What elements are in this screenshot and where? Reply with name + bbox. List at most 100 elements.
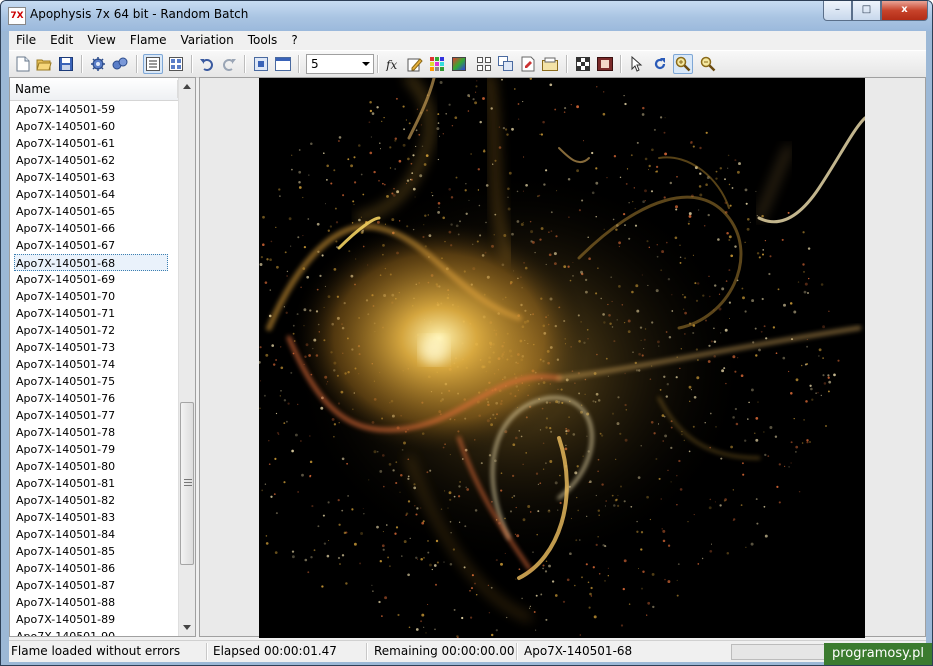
list-item[interactable]: Apo7X-140501-73 — [10, 339, 178, 356]
list-item[interactable]: Apo7X-140501-59 — [10, 101, 178, 118]
fractal-particle — [760, 330, 763, 333]
list-item[interactable]: Apo7X-140501-76 — [10, 390, 178, 407]
fractal-particle — [709, 498, 712, 501]
fractal-particle — [778, 463, 781, 466]
rotate-icon[interactable] — [650, 54, 670, 74]
fractal-particle — [828, 380, 832, 384]
fractal-particle — [298, 149, 301, 151]
render-all-icon[interactable] — [110, 54, 130, 74]
list-scrollbar[interactable] — [178, 78, 195, 636]
list-item[interactable]: Apo7X-140501-60 — [10, 118, 178, 135]
list-item[interactable]: Apo7X-140501-71 — [10, 305, 178, 322]
list-item[interactable]: Apo7X-140501-85 — [10, 543, 178, 560]
list-item[interactable]: Apo7X-140501-75 — [10, 373, 178, 390]
mutate-icon[interactable] — [474, 54, 494, 74]
list-item[interactable]: Apo7X-140501-67 — [10, 237, 178, 254]
list-item[interactable]: Apo7X-140501-82 — [10, 492, 178, 509]
list-item[interactable]: Apo7X-140501-61 — [10, 135, 178, 152]
list-item[interactable]: Apo7X-140501-84 — [10, 526, 178, 543]
select-icon[interactable] — [627, 54, 647, 74]
list-item[interactable]: Apo7X-140501-70 — [10, 288, 178, 305]
list-item[interactable]: Apo7X-140501-65 — [10, 203, 178, 220]
gradient-icon[interactable] — [449, 54, 469, 74]
menu-view[interactable]: View — [80, 31, 122, 50]
film-icon[interactable] — [595, 54, 615, 74]
transparency-icon[interactable] — [573, 54, 593, 74]
icon-view-icon[interactable] — [166, 54, 186, 74]
list-item[interactable]: Apo7X-140501-66 — [10, 220, 178, 237]
list-item[interactable]: Apo7X-140501-89 — [10, 611, 178, 628]
flame-list: Name Apo7X-140501-59 Apo7X-140501-60 Apo7X… — [9, 77, 196, 637]
fractal-particle — [425, 632, 427, 634]
zoom-out-icon[interactable] — [698, 54, 718, 74]
fractal-particle — [384, 596, 388, 600]
list-item[interactable]: Apo7X-140501-90 — [10, 628, 178, 636]
list-item[interactable]: Apo7X-140501-87 — [10, 577, 178, 594]
fractal-particle — [490, 633, 494, 637]
fractal-particle — [415, 628, 419, 631]
scrollbar-thumb[interactable] — [180, 402, 194, 565]
redo-icon[interactable] — [219, 54, 239, 74]
fractal-particle — [369, 109, 373, 113]
open-icon[interactable] — [34, 54, 54, 74]
list-item[interactable]: Apo7X-140501-83 — [10, 509, 178, 526]
list-item[interactable]: Apo7X-140501-62 — [10, 152, 178, 169]
options-icon[interactable] — [540, 54, 560, 74]
quality-select[interactable]: 5 — [306, 54, 374, 74]
list-view-icon[interactable] — [143, 54, 163, 74]
fractal-particle — [579, 634, 581, 636]
scroll-down-arrow-icon[interactable] — [179, 619, 195, 636]
fractal-particle — [335, 221, 339, 224]
fractal-particle — [563, 111, 566, 113]
list-item[interactable]: Apo7X-140501-69 — [10, 271, 178, 288]
menu-edit[interactable]: Edit — [43, 31, 80, 50]
save-icon[interactable] — [56, 54, 76, 74]
list-item[interactable]: Apo7X-140501-79 — [10, 441, 178, 458]
list-item[interactable]: Apo7X-140501-81 — [10, 475, 178, 492]
list-item[interactable]: Apo7X-140501-88 — [10, 594, 178, 611]
list-item[interactable]: Apo7X-140501-63 — [10, 169, 178, 186]
new-icon[interactable] — [13, 54, 33, 74]
list-item[interactable]: Apo7X-140501-72 — [10, 322, 178, 339]
menu-variation[interactable]: Variation — [174, 31, 241, 50]
chevron-down-icon[interactable] — [362, 62, 370, 66]
undo-icon[interactable] — [197, 54, 217, 74]
fractal-particle — [457, 636, 459, 638]
list-column-header[interactable]: Name — [10, 78, 178, 101]
maximize-button[interactable]: □ — [852, 1, 881, 21]
render-icon[interactable] — [88, 54, 108, 74]
menu-tools[interactable]: Tools — [241, 31, 285, 50]
fractal-particle — [317, 525, 320, 528]
fractal-particle — [388, 565, 391, 568]
batch-icon[interactable] — [496, 54, 516, 74]
palette-icon[interactable] — [427, 54, 447, 74]
script-icon[interactable] — [518, 54, 538, 74]
title-bar[interactable]: 7X Apophysis 7x 64 bit - Random Batch – … — [1, 1, 932, 31]
menu-help[interactable]: ? — [284, 31, 304, 50]
fractal-particle — [783, 465, 786, 468]
fractal-particle — [443, 561, 445, 563]
fractal-particle — [602, 112, 606, 116]
list-item[interactable]: Apo7X-140501-86 — [10, 560, 178, 577]
fullscreen-icon[interactable] — [251, 54, 271, 74]
list-item[interactable]: Apo7X-140501-64 — [10, 186, 178, 203]
flame-preview-image[interactable] — [259, 78, 865, 638]
list-item[interactable]: Apo7X-140501-77 — [10, 407, 178, 424]
minimize-button[interactable]: – — [823, 1, 852, 21]
list-item[interactable]: Apo7X-140501-80 — [10, 458, 178, 475]
fractal-particle — [383, 183, 386, 186]
fractal-particle — [549, 83, 553, 87]
adjust-icon[interactable] — [405, 54, 425, 74]
menu-flame[interactable]: Flame — [123, 31, 174, 50]
fx-editor-icon[interactable]: fx — [383, 54, 403, 74]
fractal-particle — [402, 143, 406, 147]
close-button[interactable]: x — [881, 1, 928, 21]
zoom-in-icon[interactable] — [673, 54, 693, 74]
app-icon[interactable]: 7X — [8, 7, 26, 25]
list-item[interactable]: Apo7X-140501-78 — [10, 424, 178, 441]
window-icon[interactable] — [273, 54, 293, 74]
list-item[interactable]: Apo7X-140501-68 — [14, 254, 168, 271]
scroll-up-arrow-icon[interactable] — [179, 78, 195, 95]
menu-file[interactable]: File — [9, 31, 43, 50]
list-item[interactable]: Apo7X-140501-74 — [10, 356, 178, 373]
